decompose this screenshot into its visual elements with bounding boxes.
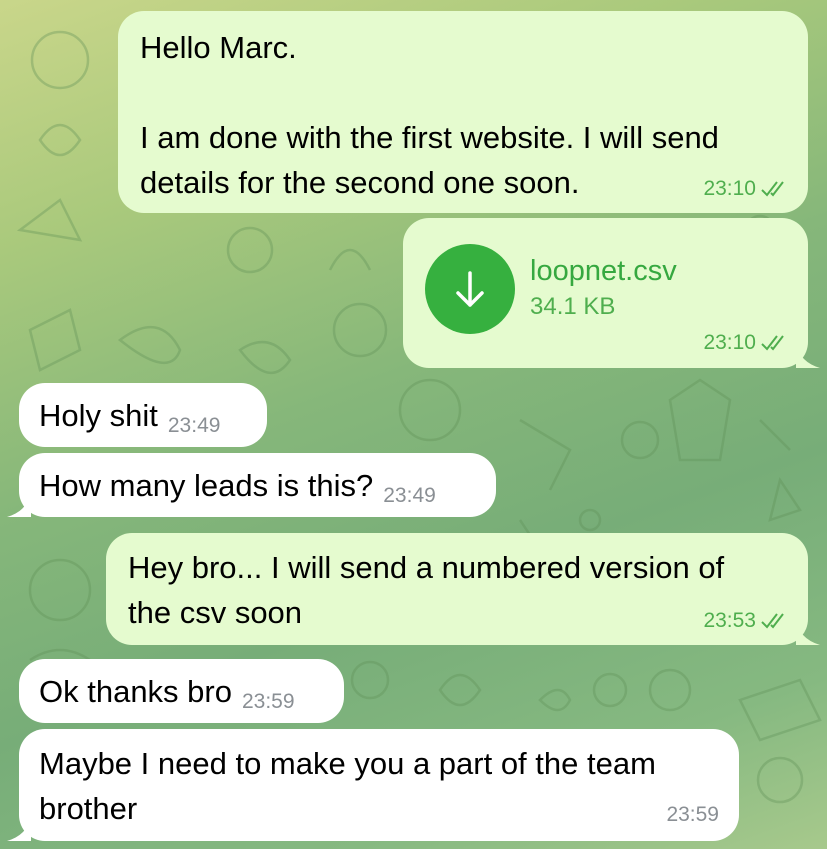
message-text-line: Hello Marc. bbox=[140, 30, 297, 65]
message-text-line: details for the second one soon. bbox=[140, 165, 580, 200]
message-meta: 23:59 bbox=[666, 803, 719, 827]
message-bubble-outgoing[interactable]: Hey bro... I will send a numbered versio… bbox=[106, 533, 820, 645]
message-time: 23:10 bbox=[703, 331, 756, 354]
bubble-tail bbox=[7, 493, 31, 517]
file-name[interactable]: loopnet.csv bbox=[530, 254, 677, 288]
file-message-bubble[interactable]: loopnet.csv 34.1 KB 23:10 bbox=[403, 218, 820, 368]
message-time: 23:10 bbox=[703, 177, 756, 200]
message-time: 23:59 bbox=[666, 803, 719, 826]
message-time: 23:59 bbox=[241, 690, 295, 713]
message-text: Holy shit bbox=[39, 398, 158, 433]
bubble-tail bbox=[796, 621, 820, 645]
message-meta: 23:10 bbox=[703, 177, 790, 201]
message-text-line: brother bbox=[39, 791, 138, 826]
double-check-icon bbox=[761, 613, 784, 629]
download-arrow-icon bbox=[456, 271, 484, 307]
double-check-icon bbox=[761, 181, 784, 197]
message-meta: 23:10 bbox=[703, 331, 790, 355]
message-meta: 23:53 bbox=[703, 609, 790, 633]
message-text-line: Maybe I need to make you a part of the t… bbox=[39, 746, 656, 781]
message-bubble-incoming[interactable]: How many leads is this? 23:49 bbox=[7, 453, 496, 517]
message-time: 23:49 bbox=[383, 484, 436, 507]
message-bubble-incoming[interactable]: Ok thanks bro 23:59 bbox=[19, 659, 344, 723]
bubble-tail bbox=[796, 344, 820, 368]
message-time: 23:49 bbox=[167, 414, 221, 437]
download-button[interactable] bbox=[425, 244, 515, 334]
message-bubble-outgoing[interactable]: Hello Marc. I am done with the first web… bbox=[118, 11, 808, 213]
bubble-tail bbox=[7, 817, 31, 841]
message-text-line: I am done with the first website. I will… bbox=[140, 120, 719, 155]
message-text-line: the csv soon bbox=[128, 595, 303, 630]
message-bubble-incoming[interactable]: Holy shit 23:49 bbox=[19, 383, 267, 447]
double-check-icon bbox=[761, 335, 784, 351]
message-text: How many leads is this? bbox=[39, 468, 374, 503]
message-text-line: Hey bro... I will send a numbered versio… bbox=[128, 550, 725, 585]
file-size: 34.1 KB bbox=[530, 293, 616, 320]
message-time: 23:53 bbox=[703, 609, 756, 632]
message-text: Ok thanks bro bbox=[39, 674, 232, 709]
message-bubble-incoming[interactable]: Maybe I need to make you a part of the t… bbox=[7, 729, 739, 841]
